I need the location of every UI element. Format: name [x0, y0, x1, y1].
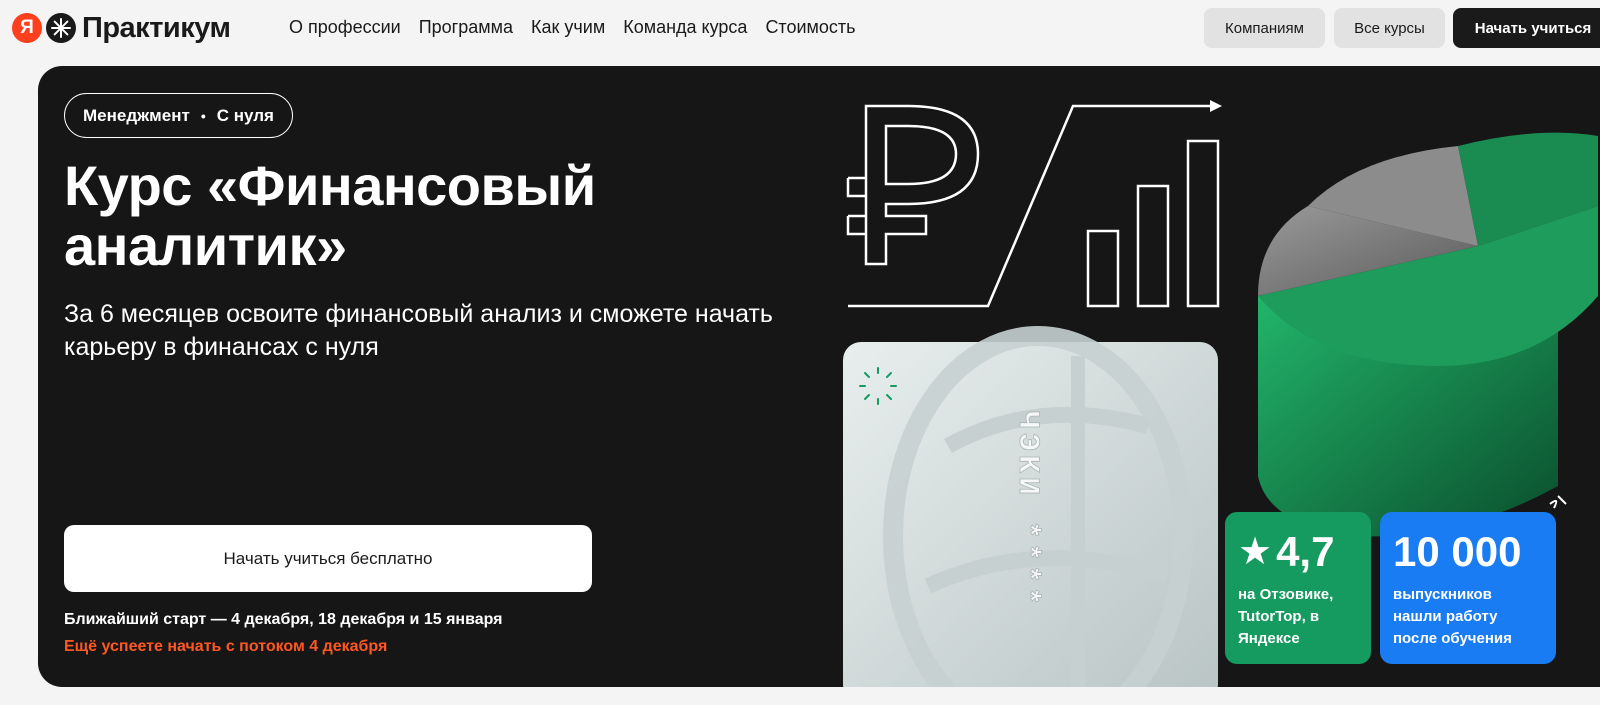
ruble-icon: [846, 104, 980, 266]
logo-text: Практикум: [82, 11, 231, 44]
bar-chart-icon: [1086, 139, 1220, 308]
start-free-button[interactable]: Начать учиться бесплатно: [64, 525, 592, 592]
site-header: Я Практикум О профессии Программа Как уч…: [0, 0, 1600, 56]
card-text: ЧЭКИ ****: [1010, 411, 1044, 609]
graduates-text: выпускников нашли работу после обучения: [1393, 586, 1512, 647]
star-icon: ★: [1238, 531, 1273, 573]
page-title: Курс «Финансовый аналитик»: [64, 154, 596, 277]
nav-item-price[interactable]: Стоимость: [765, 16, 855, 38]
graduates-value: 10 000: [1393, 528, 1522, 575]
logo[interactable]: Я Практикум: [12, 10, 231, 46]
main-nav: О профессии Программа Как учим Команда к…: [289, 16, 874, 38]
start-dates: Ближайший старт — 4 декабря, 18 декабря …: [64, 611, 503, 628]
hero-illustration: ЧЭКИ **** ★ 4,7 на Отзовике, TutorTop, в…: [838, 66, 1600, 687]
card-image: ЧЭКИ ****: [843, 326, 1218, 687]
nav-item-program[interactable]: Программа: [419, 16, 513, 38]
all-courses-button[interactable]: Все курсы: [1334, 8, 1445, 48]
trend-arrow: [848, 104, 1218, 308]
tag-category: Менеджмент: [83, 105, 190, 125]
rating-text: на Отзовике, TutorTop, в Яндексе: [1238, 586, 1334, 647]
pie-chart-image: [1258, 132, 1598, 537]
nav-item-about[interactable]: О профессии: [289, 16, 401, 38]
companies-button[interactable]: Компаниям: [1204, 8, 1325, 48]
hurry-notice[interactable]: Ещё успеете начать с потоком 4 декабря: [64, 638, 387, 656]
course-tag: Менеджмент • С нуля: [64, 93, 293, 138]
tag-separator: •: [200, 107, 206, 124]
nav-item-team[interactable]: Команда курса: [623, 16, 747, 38]
graduates-badge: 10 000 выпускников нашли работу после об…: [1380, 512, 1556, 664]
nav-item-how-we-teach[interactable]: Как учим: [531, 16, 605, 38]
practicum-star-icon: [46, 13, 76, 43]
yandex-logo-icon: Я: [12, 13, 42, 43]
undo-icon: [1549, 495, 1567, 509]
hero-subtitle: За 6 месяцев освоите финансовый анализ и…: [64, 300, 773, 361]
hero-banner: Менеджмент • С нуля Курс «Финансовый ана…: [38, 66, 1600, 687]
tag-level: С нуля: [216, 105, 274, 125]
rating-badge: ★ 4,7 на Отзовике, TutorTop, в Яндексе: [1225, 512, 1371, 664]
start-learning-header-button[interactable]: Начать учиться: [1453, 8, 1600, 48]
rating-value: 4,7: [1276, 528, 1335, 575]
